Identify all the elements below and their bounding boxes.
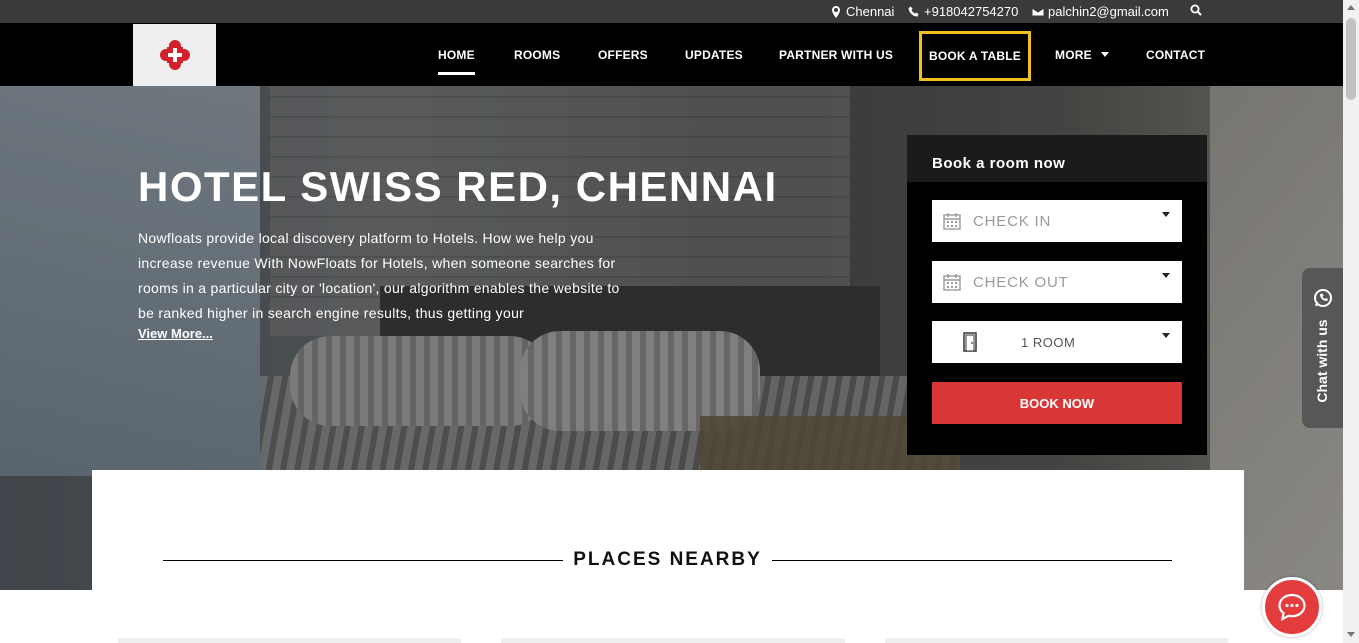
check-out-field[interactable]: CHECK OUT xyxy=(932,261,1182,303)
booking-widget: Book a room now CHECK IN CHECK OUT 1 ROO… xyxy=(907,135,1207,455)
nav-contact[interactable]: CONTACT xyxy=(1146,23,1205,86)
chat-bubble-button[interactable] xyxy=(1262,577,1322,637)
places-nearby-heading: PLACES NEARBY xyxy=(163,548,1173,572)
rooms-value: 1 ROOM xyxy=(1021,334,1076,350)
divider xyxy=(771,559,1173,561)
nav-rooms[interactable]: ROOMS xyxy=(514,23,560,86)
scrollbar-thumb[interactable] xyxy=(1346,18,1356,100)
check-in-field[interactable]: CHECK IN xyxy=(932,200,1182,242)
hotel-description: Nowfloats provide local discovery platfo… xyxy=(138,230,620,321)
hotel-logo[interactable] xyxy=(133,24,216,86)
whatsapp-icon xyxy=(1314,289,1332,307)
nav-more[interactable]: MORE xyxy=(1055,23,1109,86)
phone-icon xyxy=(908,6,919,16)
place-card[interactable] xyxy=(884,638,1228,643)
search-button[interactable] xyxy=(1190,4,1202,16)
scroll-up-arrow-icon[interactable] xyxy=(1347,5,1355,10)
swiss-cross-logo-icon xyxy=(159,40,190,70)
chat-bubble-icon xyxy=(1278,593,1306,621)
check-out-placeholder: CHECK OUT xyxy=(973,273,1069,291)
rooms-select[interactable]: 1 ROOM xyxy=(932,321,1182,363)
email-text[interactable]: palchin2@gmail.com xyxy=(1048,4,1169,19)
nav-home[interactable]: HOME xyxy=(438,23,475,86)
email-info[interactable]: palchin2@gmail.com xyxy=(1032,4,1169,19)
chevron-down-icon xyxy=(1162,273,1170,278)
search-icon xyxy=(1190,4,1202,16)
nav-book-a-table[interactable]: BOOK A TABLE xyxy=(919,31,1031,81)
chat-with-us-label: Chat with us xyxy=(1314,319,1330,403)
booking-heading: Book a room now xyxy=(907,135,1207,182)
caret-down-icon xyxy=(1100,52,1109,57)
chevron-down-icon xyxy=(1162,333,1170,338)
phone-text[interactable]: +918042754270 xyxy=(924,4,1018,19)
place-card[interactable] xyxy=(118,638,462,643)
location-info: Chennai xyxy=(830,4,894,19)
view-more-link[interactable]: View More... xyxy=(138,326,213,341)
chat-with-us-tab[interactable]: Chat with us xyxy=(1302,268,1343,428)
scroll-down-arrow-icon[interactable] xyxy=(1347,632,1355,637)
nav-updates[interactable]: UPDATES xyxy=(685,23,743,86)
divider xyxy=(163,559,564,561)
envelope-icon xyxy=(1032,7,1044,16)
hotel-title: HOTEL SWISS RED, CHENNAI xyxy=(138,163,778,210)
chevron-down-icon xyxy=(1162,212,1170,217)
phone-info[interactable]: +918042754270 xyxy=(908,4,1018,19)
calendar-icon xyxy=(943,274,961,291)
places-nearby-title: PLACES NEARBY xyxy=(573,549,762,570)
place-card[interactable] xyxy=(501,638,845,643)
location-text: Chennai xyxy=(846,4,895,19)
nav-partner-with-us[interactable]: PARTNER WITH US xyxy=(779,23,893,86)
main-nav: HOME ROOMS OFFERS UPDATES PARTNER WITH U… xyxy=(0,23,1343,86)
calendar-icon xyxy=(943,213,961,230)
top-bar: Chennai +918042754270 palchin2@gmail.com xyxy=(0,0,1343,23)
check-in-placeholder: CHECK IN xyxy=(973,212,1052,230)
book-now-button[interactable]: BOOK NOW xyxy=(932,382,1182,424)
map-marker-icon xyxy=(832,5,840,18)
door-icon xyxy=(963,332,977,352)
page-scrollbar[interactable] xyxy=(1343,0,1359,643)
places-cards-row xyxy=(118,638,1228,643)
nav-offers[interactable]: OFFERS xyxy=(598,23,648,86)
nav-more-label: MORE xyxy=(1055,47,1092,62)
